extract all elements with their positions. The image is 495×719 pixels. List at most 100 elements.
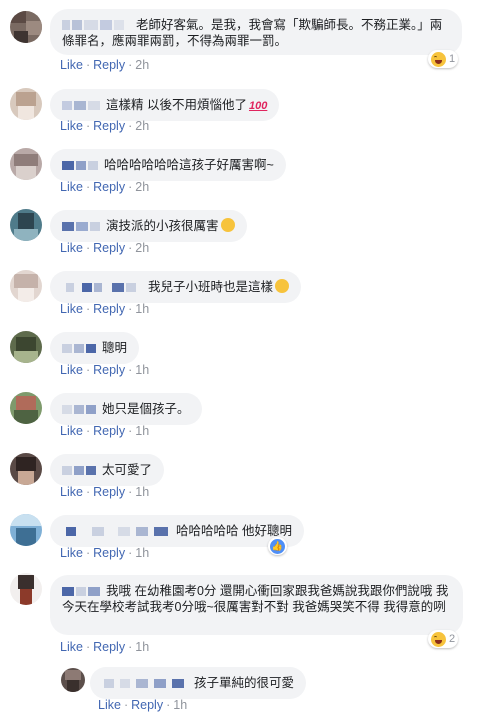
- reply-link[interactable]: Reply: [93, 119, 125, 133]
- comment-actions: Like · Reply · 1h: [60, 640, 149, 654]
- commenter-name[interactable]: [62, 159, 100, 171]
- timestamp[interactable]: 1h: [135, 640, 149, 654]
- separator: ·: [85, 241, 91, 255]
- reply-link[interactable]: Reply: [93, 302, 125, 316]
- commenter-name[interactable]: [62, 281, 144, 293]
- reaction-badge[interactable]: 2: [428, 630, 459, 648]
- rofl-emoji-icon: [275, 279, 290, 293]
- like-link[interactable]: Like: [60, 485, 83, 499]
- comment-actions: Like · Reply · 2h: [60, 180, 149, 194]
- like-link[interactable]: Like: [60, 58, 83, 72]
- avatar[interactable]: [10, 270, 42, 302]
- commenter-name[interactable]: [62, 220, 102, 232]
- comment-bubble: 我兒子小班時也是這樣: [50, 271, 302, 303]
- reply-link[interactable]: Reply: [93, 640, 125, 654]
- timestamp[interactable]: 2h: [135, 119, 149, 133]
- comment-text: 孩子單純的很可愛: [194, 676, 295, 690]
- reply-link[interactable]: Reply: [93, 241, 125, 255]
- comment-text: 哈哈哈哈哈哈這孩子好厲害啊~: [104, 158, 274, 172]
- commenter-name[interactable]: [62, 464, 98, 476]
- avatar[interactable]: [61, 668, 85, 692]
- like-link[interactable]: Like: [60, 180, 83, 194]
- reaction-badge[interactable]: 👍: [268, 537, 287, 555]
- commenter-name[interactable]: [62, 99, 102, 111]
- like-link[interactable]: Like: [60, 546, 83, 560]
- comment-text: 她只是個孩子。: [102, 402, 190, 416]
- separator: ·: [128, 546, 133, 560]
- timestamp[interactable]: 2h: [135, 58, 149, 72]
- reply-link[interactable]: Reply: [93, 546, 125, 560]
- avatar[interactable]: [10, 148, 42, 180]
- comment-bubble: 老師好客氣。是我，我會寫「欺騙師長。不務正業。」兩條罪名，應兩罪兩罰，不得為兩罪…: [50, 9, 462, 55]
- comment-bubble: 她只是個孩子。: [50, 393, 202, 425]
- like-link[interactable]: Like: [60, 640, 83, 654]
- avatar[interactable]: [10, 573, 42, 605]
- separator: ·: [123, 698, 129, 712]
- like-link[interactable]: Like: [98, 698, 121, 712]
- timestamp[interactable]: 2h: [135, 241, 149, 255]
- avatar[interactable]: [10, 11, 42, 43]
- avatar[interactable]: [10, 392, 42, 424]
- comment-text: 演技派的小孩很厲害: [106, 219, 219, 233]
- reaction-count: 2: [449, 633, 456, 645]
- timestamp[interactable]: 1h: [135, 363, 149, 377]
- comment-text: 聰明: [102, 341, 128, 355]
- comment-bubble: 哈哈哈哈哈 他好聰明: [50, 515, 304, 547]
- separator: ·: [85, 485, 91, 499]
- comment-actions: Like · Reply · 1h: [98, 698, 187, 712]
- timestamp[interactable]: 1h: [135, 546, 149, 560]
- reply-link[interactable]: Reply: [131, 698, 163, 712]
- commenter-name[interactable]: [62, 19, 132, 31]
- commenter-name[interactable]: [62, 403, 98, 415]
- separator: ·: [85, 640, 91, 654]
- commenter-name[interactable]: [62, 525, 172, 537]
- separator: ·: [85, 302, 91, 316]
- timestamp[interactable]: 2h: [135, 180, 149, 194]
- comment-bubble: 這樣精 以後不用煩惱他了 100: [50, 89, 280, 121]
- reply-link[interactable]: Reply: [93, 180, 125, 194]
- commenter-name[interactable]: [62, 585, 102, 597]
- timestamp[interactable]: 1h: [135, 485, 149, 499]
- reaction-badge[interactable]: 1: [428, 50, 459, 68]
- reply-link[interactable]: Reply: [93, 485, 125, 499]
- timestamp[interactable]: 1h: [135, 424, 149, 438]
- separator: ·: [128, 241, 133, 255]
- comment-text: 我哦 在幼稚園考0分 還開心衝回家跟我爸媽說我跟你們說哦 我今天在學校考試我考0…: [62, 584, 449, 614]
- separator: ·: [166, 698, 171, 712]
- separator: ·: [85, 180, 91, 194]
- avatar[interactable]: [10, 453, 42, 485]
- reply-link[interactable]: Reply: [93, 58, 125, 72]
- comment-bubble: 聰明: [50, 332, 140, 364]
- avatar[interactable]: [10, 209, 42, 241]
- reply-link[interactable]: Reply: [93, 363, 125, 377]
- separator: ·: [128, 119, 133, 133]
- comment-actions: Like · Reply · 2h: [60, 119, 149, 133]
- like-link[interactable]: Like: [60, 119, 83, 133]
- separator: ·: [85, 119, 91, 133]
- like-link[interactable]: Like: [60, 302, 83, 316]
- timestamp[interactable]: 1h: [135, 302, 149, 316]
- comment-actions: Like · Reply · 1h: [60, 363, 149, 377]
- commenter-name[interactable]: [62, 342, 98, 354]
- avatar[interactable]: [10, 88, 42, 120]
- separator: ·: [128, 180, 133, 194]
- laugh-emoji-icon: [431, 631, 446, 647]
- like-link[interactable]: Like: [60, 363, 83, 377]
- comment-bubble: 太可愛了: [50, 454, 165, 486]
- comment-actions: Like · Reply · 1h: [60, 302, 149, 316]
- commenter-name[interactable]: [102, 677, 190, 689]
- separator: ·: [128, 363, 133, 377]
- comment-bubble: 哈哈哈哈哈哈這孩子好厲害啊~: [50, 149, 286, 181]
- comment-text: 太可愛了: [102, 463, 153, 477]
- separator: ·: [85, 58, 91, 72]
- timestamp[interactable]: 1h: [173, 698, 187, 712]
- avatar[interactable]: [10, 514, 42, 546]
- reply-link[interactable]: Reply: [93, 424, 125, 438]
- like-link[interactable]: Like: [60, 241, 83, 255]
- like-link[interactable]: Like: [60, 424, 83, 438]
- comment-bubble: 孩子單純的很可愛: [90, 667, 307, 699]
- separator: ·: [128, 302, 133, 316]
- star-struck-emoji-icon: [220, 218, 235, 232]
- separator: ·: [128, 424, 133, 438]
- avatar[interactable]: [10, 331, 42, 363]
